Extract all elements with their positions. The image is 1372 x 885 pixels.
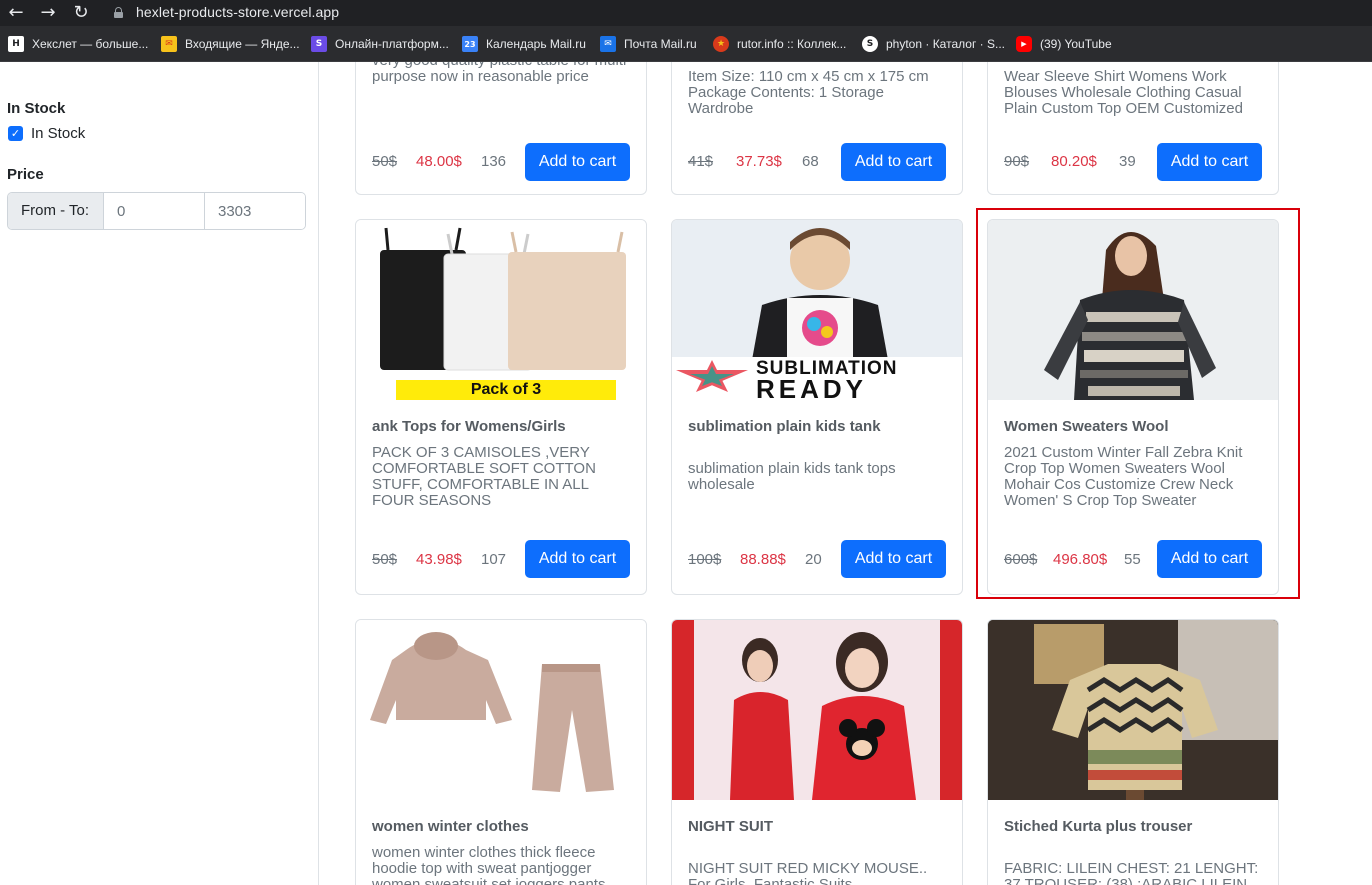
add-to-cart-button[interactable]: Add to cart <box>1157 143 1262 181</box>
platform-icon: S <box>311 36 327 52</box>
new-price: 88.88$ <box>740 551 786 568</box>
add-to-cart-button[interactable]: Add to cart <box>525 540 630 578</box>
product-title[interactable]: NIGHT SUIT <box>688 818 773 835</box>
bookmark-stepik[interactable]: S phyton · Каталог · S... <box>862 36 1005 52</box>
stepik-icon: S <box>862 36 878 52</box>
calendar-icon: 23 <box>462 36 478 52</box>
product-description: Item Size: 110 cm x 45 cm x 175 cm Packa… <box>688 68 929 117</box>
reload-icon[interactable]: ↻ <box>70 2 92 24</box>
add-to-cart-button[interactable]: Add to cart <box>841 143 946 181</box>
price-range-label: From - To: <box>8 193 104 229</box>
camisoles-image <box>380 227 626 400</box>
bookmarks-bar: H Хекслет — больше... ✉ Входящие — Янде.… <box>0 26 1372 62</box>
price-filter-title: Price <box>7 166 44 183</box>
forward-arrow-icon[interactable]: → <box>37 2 59 24</box>
new-price: 37.73$ <box>736 153 782 170</box>
page-content: In Stock ✓ In Stock Price From - To: ver… <box>0 62 1372 885</box>
lock-icon[interactable] <box>114 7 123 18</box>
browser-toolbar: ← → ↻ hexlet-products-store.vercel.app <box>0 0 1372 26</box>
stock-count: 20 <box>805 551 822 568</box>
bookmark-label: Хекслет — больше... <box>32 37 149 51</box>
bookmark-label: Календарь Mail.ru <box>486 37 586 51</box>
add-to-cart-button[interactable]: Add to cart <box>841 540 946 578</box>
product-image-camisoles[interactable]: Pack of 3 <box>356 220 646 400</box>
old-price: 100$ <box>688 551 722 568</box>
product-title[interactable]: sublimation plain kids tank <box>688 418 881 435</box>
old-price: 50$ <box>372 551 398 568</box>
back-arrow-icon[interactable]: ← <box>5 2 27 24</box>
bookmark-yandex-mail[interactable]: ✉ Входящие — Янде... <box>161 36 300 52</box>
product-image-hoodie[interactable] <box>356 620 646 800</box>
filters-sidebar: In Stock ✓ In Stock Price From - To: <box>0 62 319 885</box>
product-card: women winter clothes women winter clothe… <box>355 619 647 885</box>
url-text[interactable]: hexlet-products-store.vercel.app <box>136 4 339 20</box>
in-stock-checkbox[interactable]: ✓ <box>8 126 23 141</box>
kurta-image <box>988 620 1278 800</box>
old-price: 41$ <box>688 153 714 170</box>
product-card: SUBLIMATION READY sublimation plain kids… <box>671 219 963 595</box>
stock-count: 136 <box>481 153 507 170</box>
new-price: 43.98$ <box>416 551 462 568</box>
bookmark-mailru[interactable]: ✉ Почта Mail.ru <box>600 36 697 52</box>
product-description: NIGHT SUIT RED MICKY MOUSE.. For Girls, … <box>688 860 928 885</box>
new-price: 80.20$ <box>1051 153 1097 170</box>
product-image-kurta[interactable] <box>988 620 1278 800</box>
product-description: Wear Sleeve Shirt Womens Work Blouses Wh… <box>1004 68 1243 117</box>
price-from-input[interactable] <box>104 193 205 229</box>
bookmark-label: Онлайн-платформ... <box>335 37 449 51</box>
product-description: FABRIC: LILEIN CHEST: 21 LENGHT: 37 TROU… <box>1004 860 1259 885</box>
mail-envelope-icon: ✉ <box>161 36 177 52</box>
highlight-box <box>976 208 1300 599</box>
rutor-icon: ★ <box>713 36 729 52</box>
pack-of-3-label: Pack of 3 <box>470 381 542 398</box>
new-price: 48.00$ <box>416 153 462 170</box>
product-card: Wear Sleeve Shirt Womens Work Blouses Wh… <box>987 62 1279 195</box>
bookmark-platform[interactable]: S Онлайн-платформ... <box>311 36 449 52</box>
product-description: sublimation plain kids tank tops wholesa… <box>688 460 896 493</box>
price-to-input[interactable] <box>205 193 305 229</box>
price-range-group: From - To: <box>7 192 306 230</box>
youtube-icon: ▶ <box>1016 36 1032 52</box>
add-to-cart-button[interactable]: Add to cart <box>525 143 630 181</box>
bookmark-calendar[interactable]: 23 Календарь Mail.ru <box>462 36 586 52</box>
product-description: women winter clothes thick fleece hoodie… <box>372 844 606 885</box>
old-price: 90$ <box>1004 153 1030 170</box>
product-description: very good quality plastic table for mult… <box>372 62 626 85</box>
hexlet-icon: H <box>8 36 24 52</box>
bookmark-rutor[interactable]: ★ rutor.info :: Коллек... <box>713 36 846 52</box>
product-card: Item Size: 110 cm x 45 cm x 175 cm Packa… <box>671 62 963 195</box>
product-card: very good quality plastic table for mult… <box>355 62 647 195</box>
mail-icon: ✉ <box>600 36 616 52</box>
product-title[interactable]: Stiched Kurta plus trouser <box>1004 818 1192 835</box>
product-card: Stiched Kurta plus trouser FABRIC: LILEI… <box>987 619 1279 885</box>
bookmark-label: rutor.info :: Коллек... <box>737 37 847 51</box>
bookmark-label: (39) YouTube <box>1040 37 1112 51</box>
bookmark-label: Почта Mail.ru <box>624 37 697 51</box>
product-image-kids-tank[interactable]: SUBLIMATION READY <box>672 220 962 400</box>
product-image-night-suit[interactable] <box>672 620 962 800</box>
stock-count: 39 <box>1119 153 1136 170</box>
in-stock-checkbox-label[interactable]: In Stock <box>31 125 85 142</box>
bookmark-youtube[interactable]: ▶ (39) YouTube <box>1016 36 1112 52</box>
product-card: Pack of 3 ank Tops for Womens/Girls PACK… <box>355 219 647 595</box>
bookmark-hexlet[interactable]: H Хекслет — больше... <box>8 36 148 52</box>
hoodie-image <box>370 632 614 792</box>
stock-count: 107 <box>481 551 507 568</box>
product-card: NIGHT SUIT NIGHT SUIT RED MICKY MOUSE.. … <box>671 619 963 885</box>
in-stock-filter-title: In Stock <box>7 100 66 117</box>
product-description: PACK OF 3 CAMISOLES ,VERY COMFORTABLE SO… <box>372 444 596 509</box>
product-title[interactable]: women winter clothes <box>372 818 529 835</box>
bookmark-label: phyton · Каталог · S... <box>886 37 1005 51</box>
night-suit-image <box>672 620 962 800</box>
bookmark-label: Входящие — Янде... <box>185 37 300 51</box>
old-price: 50$ <box>372 153 398 170</box>
product-title[interactable]: ank Tops for Womens/Girls <box>372 418 566 435</box>
ready-label: READY <box>756 374 868 400</box>
stock-count: 68 <box>802 153 819 170</box>
